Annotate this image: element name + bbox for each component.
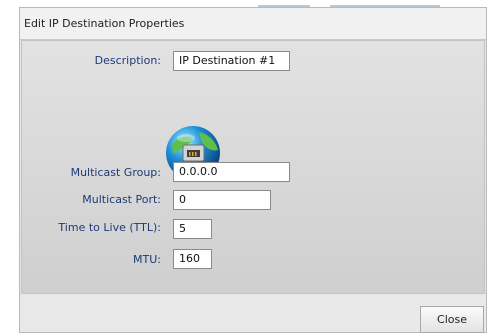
mtu-label: MTU:: [133, 253, 161, 266]
ttl-input[interactable]: 5: [173, 219, 212, 239]
multicast-group-label: Multicast Group:: [70, 166, 161, 179]
multicast-group-input[interactable]: 0.0.0.0: [173, 162, 290, 182]
dialog-footer: Close: [20, 295, 486, 333]
dialog-body: Description: IP Destination #1 Multicast…: [21, 40, 485, 294]
edit-ip-destination-dialog: Edit IP Destination Properties Descripti…: [19, 7, 487, 333]
multicast-port-label: Multicast Port:: [82, 193, 161, 206]
ttl-label: Time to Live (TTL):: [58, 221, 161, 234]
dialog-title-bar: Edit IP Destination Properties: [20, 8, 486, 40]
dialog-title: Edit IP Destination Properties: [24, 17, 185, 30]
mtu-input[interactable]: 160: [173, 249, 212, 269]
description-label: Description:: [94, 54, 161, 67]
multicast-port-input[interactable]: 0: [173, 190, 271, 210]
close-button[interactable]: Close: [420, 306, 484, 333]
description-input[interactable]: IP Destination #1: [173, 51, 290, 71]
